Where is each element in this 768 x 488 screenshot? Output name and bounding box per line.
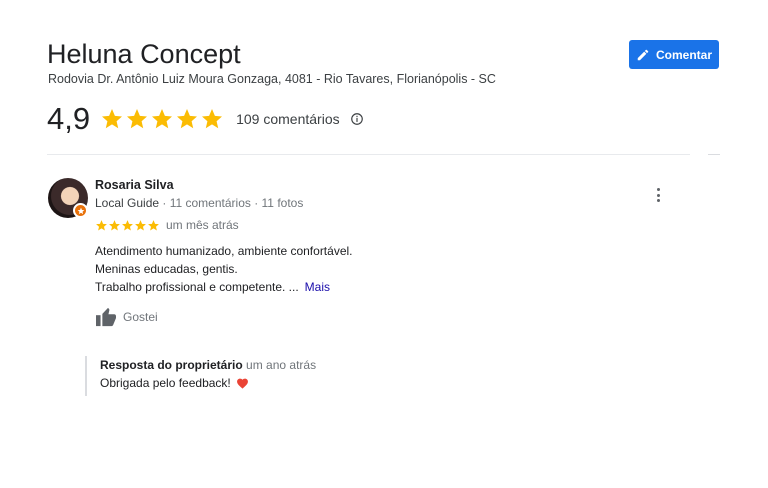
star-icon [135,219,146,230]
review-count[interactable]: 109 comentários [236,111,340,127]
reviewer-stats: · 11 comentários · 11 fotos [159,196,304,210]
local-guide-badge-icon [73,203,88,218]
place-title: Heluna Concept [47,39,241,69]
star-icon [102,109,123,129]
rating-value: 4,9 [47,101,91,136]
rating-stars [100,107,224,131]
star-icon [148,219,159,230]
more-link[interactable]: Mais [305,280,330,294]
reviewer-meta: Local Guide · 11 comentários · 11 fotos [95,196,303,210]
owner-response-text: Obrigada pelo feedback! [100,376,231,390]
reviewer-name[interactable]: Rosaria Silva [95,178,174,192]
review-line: Atendimento humanizado, ambiente confort… [95,244,353,258]
review-line: Trabalho profissional e competente. ... [95,280,299,294]
star-icon [127,109,148,129]
review-date: um mês atrás [166,218,239,232]
comment-button-label: Comentar [655,47,712,62]
star-icon [177,109,198,129]
rating-summary: 4,9 109 comentários [47,100,364,138]
star-icon [202,109,223,129]
more-options-icon[interactable] [650,186,666,204]
like-button[interactable]: Gostei [95,307,158,327]
star-icon [152,109,173,129]
review-line: Meninas educadas, gentis. [95,262,238,276]
divider [708,154,720,155]
comment-button[interactable]: Comentar [629,40,719,69]
pencil-icon [637,49,649,60]
owner-response: Resposta do proprietário um ano atrás Ob… [85,356,316,396]
review-text: Atendimento humanizado, ambiente confort… [95,242,353,296]
like-label: Gostei [123,310,158,324]
owner-response-title: Resposta do proprietário [100,358,243,372]
place-address: Rodovia Dr. Antônio Luiz Moura Gonzaga, … [48,72,496,86]
star-icon [96,219,107,230]
info-icon[interactable] [350,112,364,126]
owner-response-date: um ano atrás [246,358,317,372]
thumbs-up-icon [96,307,116,327]
heart-icon [236,378,248,389]
star-icon [122,219,133,230]
local-guide-label: Local Guide [95,196,160,210]
star-icon [109,219,120,230]
review-rating: um mês atrás [95,218,239,232]
divider [47,154,690,155]
